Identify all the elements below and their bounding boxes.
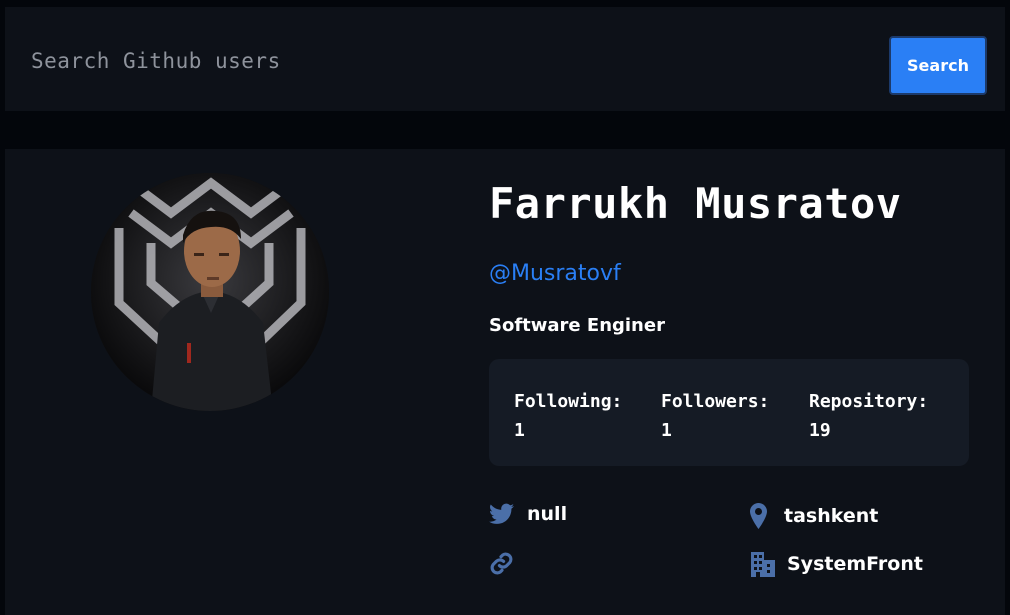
location-text: tashkent: [784, 505, 879, 527]
location-item: tashkent: [750, 503, 878, 529]
stat-repository: Repository: 19: [809, 387, 928, 445]
twitter-icon: [489, 503, 514, 525]
stat-following: Following: 1: [514, 387, 622, 445]
company-item: SystemFront: [750, 551, 923, 577]
search-button[interactable]: Search: [889, 36, 987, 95]
search-bar: Search: [5, 7, 1005, 111]
twitter-username: null: [527, 503, 568, 525]
stat-followers-label: Followers:: [661, 391, 770, 412]
stat-following-label: Following:: [514, 391, 623, 412]
search-input[interactable]: [29, 40, 853, 82]
stat-repository-value: 19: [809, 420, 831, 441]
link-icon[interactable]: [489, 551, 514, 576]
profile-name: Farrukh Musratov: [489, 179, 902, 228]
stat-followers-value: 1: [661, 420, 672, 441]
blog-item: [489, 551, 527, 576]
stat-followers: Followers: 1: [661, 387, 769, 445]
stats-panel: Following: 1 Followers: 1 Repository: 19: [489, 359, 969, 466]
profile-login-link[interactable]: @Musratovf: [489, 261, 621, 286]
company-name: SystemFront: [787, 553, 923, 575]
stat-following-value: 1: [514, 420, 525, 441]
map-pin-icon: [750, 503, 767, 529]
profile-bio: Software Enginer: [489, 315, 665, 336]
profile-card: Farrukh Musratov @Musratovf Software Eng…: [5, 149, 1005, 615]
twitter-item: null: [489, 503, 567, 525]
avatar: [91, 173, 329, 411]
building-icon: [750, 551, 776, 577]
stat-repository-label: Repository:: [809, 391, 929, 412]
